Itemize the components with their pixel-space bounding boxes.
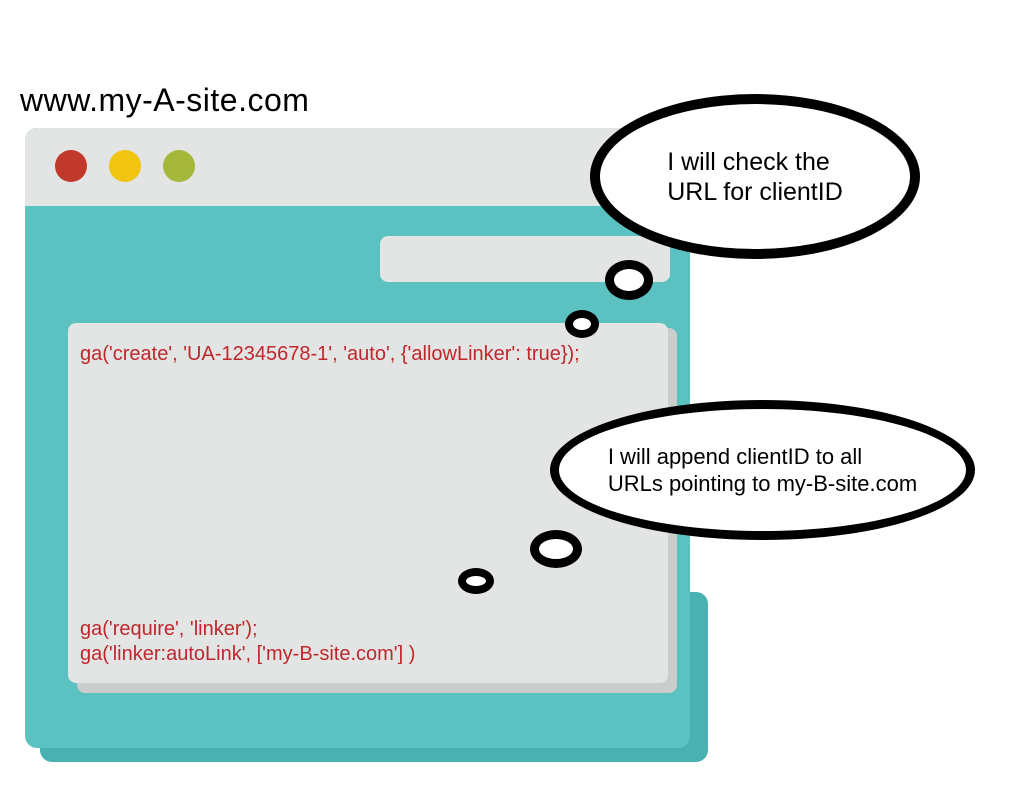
bubble2-line1: I will append clientID to all — [608, 444, 862, 469]
thought-bubble-1-text: I will check the URL for clientID — [667, 147, 843, 207]
thought-bubble-2-trail-1 — [530, 530, 582, 568]
bubble1-line1: I will check the — [667, 148, 830, 176]
bubble2-line2: URLs pointing to my-B-site.com — [608, 471, 917, 496]
close-icon — [55, 150, 87, 182]
code-line-create: ga('create', 'UA-12345678-1', 'auto', {'… — [80, 343, 580, 366]
thought-bubble-2-text: I will append clientID to all URLs point… — [608, 443, 917, 498]
thought-bubble-2-trail-2 — [458, 568, 494, 594]
thought-bubble-check-url: I will check the URL for clientID — [590, 94, 920, 259]
code-line-require: ga('require', 'linker'); — [80, 618, 258, 641]
bubble1-line2: URL for clientID — [667, 178, 843, 206]
thought-bubble-append-clientid: I will append clientID to all URLs point… — [550, 400, 975, 540]
site-url-label: www.my-A-site.com — [20, 82, 309, 119]
code-line-autolink: ga('linker:autoLink', ['my-B-site.com'] … — [80, 643, 415, 666]
thought-bubble-1-trail-1 — [605, 260, 653, 300]
maximize-icon — [163, 150, 195, 182]
traffic-lights — [55, 150, 195, 182]
thought-bubble-1-trail-2 — [565, 310, 599, 338]
minimize-icon — [109, 150, 141, 182]
